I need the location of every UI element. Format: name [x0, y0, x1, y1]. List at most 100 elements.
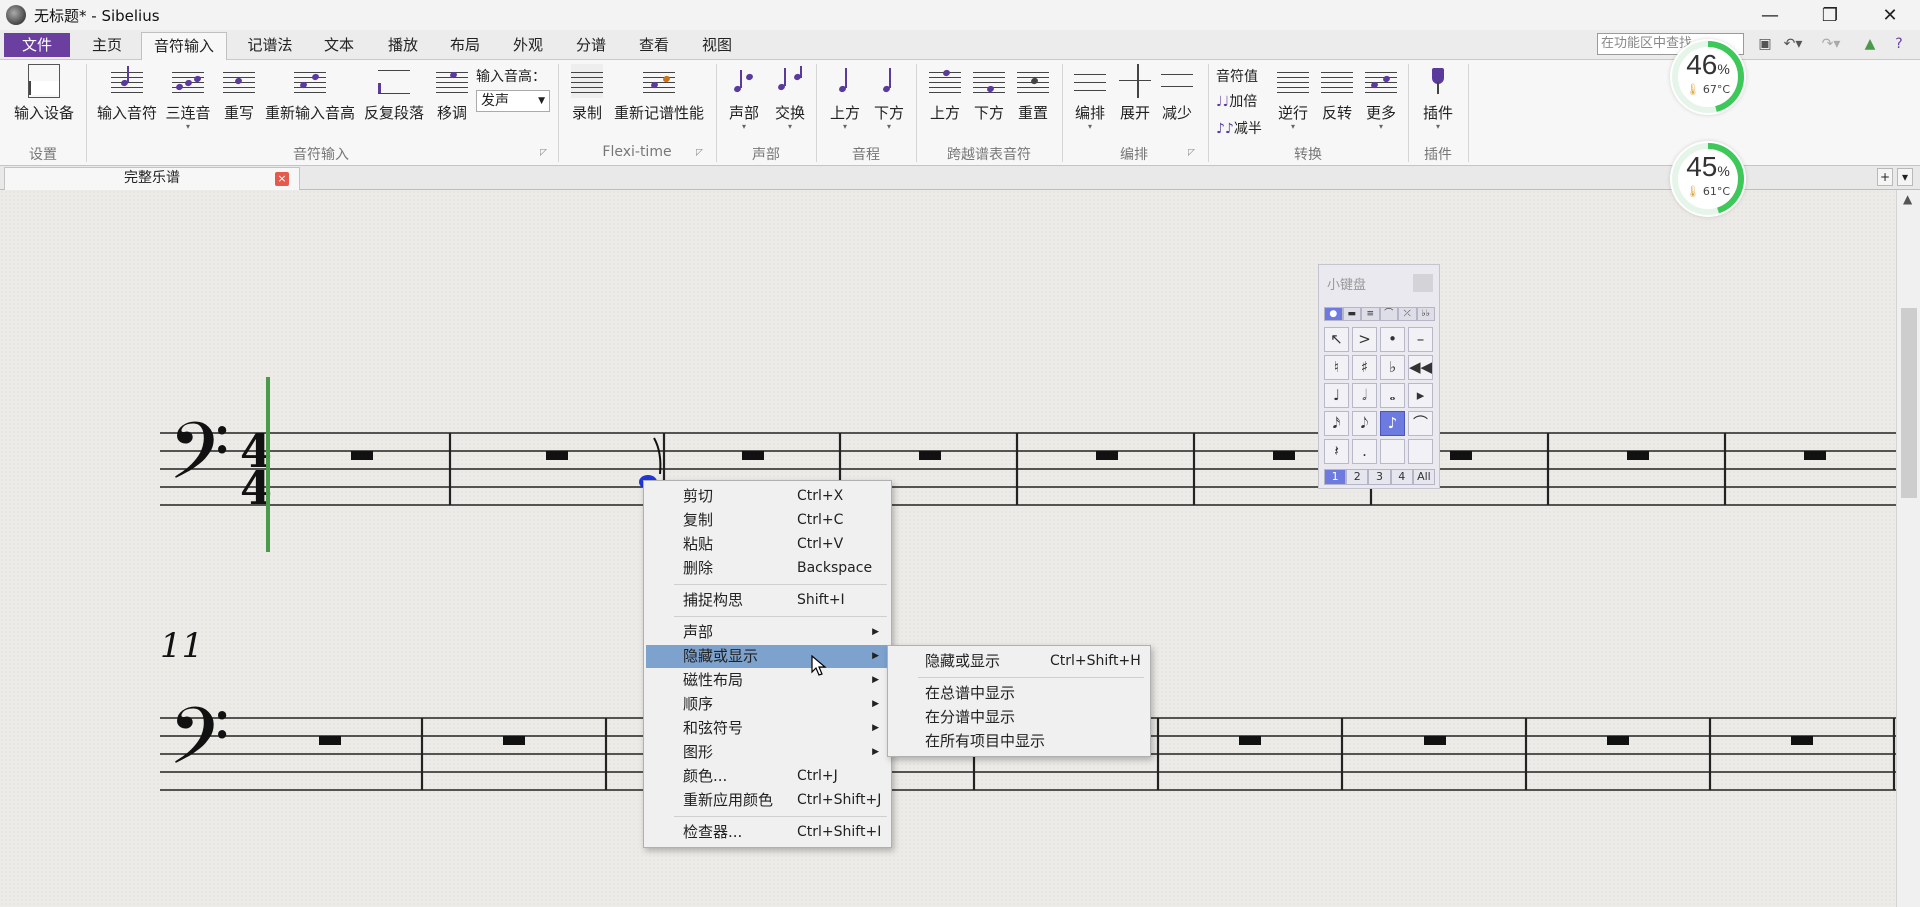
tab-full-score[interactable]: 完整乐谱 ×: [4, 167, 300, 190]
undo-icon[interactable]: ↶▾: [1780, 33, 1806, 55]
scrollbar-thumb[interactable]: [1901, 308, 1917, 498]
keypad-mode-beams-icon[interactable]: ≡: [1361, 307, 1380, 321]
menu-item-color[interactable]: 颜色... Ctrl+J: [646, 765, 889, 788]
menu-item-magnetic-layout[interactable]: 磁性布局 ▶: [646, 669, 889, 692]
tab-parts[interactable]: 分谱: [568, 32, 614, 59]
keypad-accent-key[interactable]: >: [1352, 327, 1377, 352]
cross-staff-reset-button[interactable]: 重置: [1012, 64, 1054, 123]
keypad-tie-key[interactable]: ⌒: [1408, 411, 1433, 436]
record-button[interactable]: 录制: [566, 64, 608, 123]
score-canvas[interactable]: 𝄢 4 4 11 𝄢: [0, 190, 1896, 907]
swap-button[interactable]: 交换 ▾: [768, 64, 812, 131]
reinput-pitch-button[interactable]: 重新输入音高: [264, 64, 356, 123]
redo-icon[interactable]: ↷▾: [1818, 33, 1844, 55]
menu-item-voice[interactable]: 声部 ▶: [646, 621, 889, 644]
keypad-eighth-note-key[interactable]: ♪: [1380, 411, 1405, 436]
triplet-button[interactable]: 三连音 ▾: [162, 64, 214, 131]
keypad-mode-accidentals-icon[interactable]: ♭♭: [1416, 307, 1435, 321]
scroll-up-icon[interactable]: ▲: [1903, 192, 1912, 206]
rewrite-button[interactable]: 重写: [218, 64, 260, 123]
keypad-dot-key[interactable]: .: [1352, 439, 1377, 464]
submenu-item-show-in-parts[interactable]: 在分谱中显示: [890, 706, 1148, 729]
explode-button[interactable]: 展开: [1114, 64, 1156, 123]
more-button[interactable]: 更多 ▾: [1360, 64, 1402, 131]
invert-button[interactable]: 反转: [1316, 64, 1358, 123]
keypad-mode-notes-icon[interactable]: ▬: [1342, 307, 1361, 321]
menu-item-reapply-color[interactable]: 重新应用颜色 Ctrl+Shift+J: [646, 789, 889, 812]
input-pitch-select[interactable]: 发声 ▼: [476, 90, 550, 112]
input-notes-button[interactable]: 输入音符: [94, 64, 160, 123]
keypad-tenuto-key[interactable]: –: [1408, 327, 1433, 352]
tab-home[interactable]: 主页: [84, 32, 130, 59]
submenu-item-show-in-all[interactable]: 在所有项目中显示: [890, 730, 1148, 753]
tab-file[interactable]: 文件: [4, 33, 70, 57]
keypad-mode-articulations-icon[interactable]: ⌒: [1379, 307, 1398, 321]
tab-note-input[interactable]: 音符输入: [141, 32, 227, 61]
keypad-flat-key[interactable]: ♭: [1380, 355, 1405, 380]
arrange-button[interactable]: 编排 ▾: [1068, 64, 1112, 131]
menu-item-copy[interactable]: 复制 Ctrl+C: [646, 509, 889, 532]
help-icon[interactable]: ?: [1890, 33, 1908, 55]
keypad-layout-4[interactable]: 4: [1390, 469, 1413, 485]
menu-item-paste[interactable]: 粘贴 Ctrl+V: [646, 533, 889, 556]
tab-view[interactable]: 视图: [694, 32, 740, 59]
keypad-mode-jazz-icon[interactable]: ⤫: [1398, 307, 1417, 321]
keypad-rewind-key[interactable]: ◀◀: [1408, 355, 1433, 380]
keypad-layout-3[interactable]: 3: [1368, 469, 1391, 485]
dialog-launcher-icon[interactable]: ◸: [696, 148, 703, 158]
reduce-button[interactable]: 减少: [1156, 64, 1198, 123]
keypad-staccato-key[interactable]: •: [1380, 327, 1405, 352]
halve-button[interactable]: ♪♪减半: [1216, 118, 1262, 138]
double-button[interactable]: ♩♩加倍: [1216, 91, 1257, 111]
keypad-panel[interactable]: 小键盘 ● ▬ ≡ ⌒ ⤫ ♭♭ ↖ > • – ♮ ♯ ♭ ◀◀ ♩ 𝅗𝅥 𝅝 ▸ 𝅘𝅥𝅯 𝅘𝅥𝅮 ♪ ⌒ 𝄽…: [1318, 264, 1440, 489]
keypad-play-key[interactable]: ▸: [1408, 383, 1433, 408]
plugins-button[interactable]: 插件 ▾: [1416, 64, 1460, 131]
menu-item-order[interactable]: 顺序 ▶: [646, 693, 889, 716]
repeat-section-button[interactable]: 反复段落: [362, 64, 426, 123]
keypad-layout-1[interactable]: 1: [1324, 469, 1347, 485]
transpose-button[interactable]: 移调: [430, 64, 474, 123]
vertical-scrollbar[interactable]: ▲: [1896, 190, 1920, 907]
cross-staff-down-button[interactable]: 下方: [968, 64, 1010, 123]
restore-button[interactable]: ❐: [1800, 0, 1860, 30]
keypad-blank-key[interactable]: [1380, 439, 1405, 464]
menu-item-cut[interactable]: 剪切 Ctrl+X: [646, 485, 889, 508]
tab-list-icon[interactable]: ▾: [1897, 168, 1913, 186]
renotate-performance-button[interactable]: 重新记谱性能: [612, 64, 706, 123]
keypad-layout-2[interactable]: 2: [1346, 469, 1369, 485]
submenu-item-hide-or-show[interactable]: 隐藏或显示 Ctrl+Shift+H: [890, 650, 1148, 673]
keypad-quarter-note-key[interactable]: ♩: [1324, 383, 1349, 408]
interval-up-button[interactable]: 上方 ▾: [824, 64, 866, 131]
keypad-sharp-key[interactable]: ♯: [1352, 355, 1377, 380]
collapse-ribbon-icon[interactable]: ▲: [1862, 33, 1878, 55]
close-tab-icon[interactable]: ×: [275, 172, 289, 186]
tab-play[interactable]: 播放: [380, 32, 426, 59]
keypad-close-button[interactable]: [1413, 274, 1433, 292]
menu-item-chord-symbols[interactable]: 和弦符号 ▶: [646, 717, 889, 740]
tab-notations[interactable]: 记谱法: [242, 32, 298, 59]
save-icon[interactable]: ▣: [1756, 33, 1774, 55]
keypad-pointer-key[interactable]: ↖: [1324, 327, 1349, 352]
minimize-button[interactable]: —: [1740, 0, 1800, 30]
keypad-whole-note-key[interactable]: 𝅝: [1380, 383, 1405, 408]
retrograde-button[interactable]: 逆行 ▾: [1272, 64, 1314, 131]
keypad-layout-all[interactable]: All: [1412, 469, 1436, 485]
voice-button[interactable]: 声部 ▾: [722, 64, 766, 131]
input-device-button[interactable]: 输入设备: [10, 64, 78, 123]
keypad-rest-key[interactable]: 𝄽: [1324, 439, 1349, 464]
tab-layout[interactable]: 布局: [442, 32, 488, 59]
menu-item-capture-idea[interactable]: 捕捉构思 Shift+I: [646, 589, 889, 612]
score-staves[interactable]: 𝄢 4 4 11 𝄢: [0, 190, 1896, 907]
menu-item-hide-or-show[interactable]: 隐藏或显示 ▶: [646, 645, 889, 668]
keypad-sixteenth-note-key[interactable]: 𝅘𝅥𝅯: [1324, 411, 1349, 436]
menu-item-inspector[interactable]: 检查器... Ctrl+Shift+I: [646, 821, 889, 844]
menu-item-graphics[interactable]: 图形 ▶: [646, 741, 889, 764]
tab-appearance[interactable]: 外观: [505, 32, 551, 59]
interval-down-button[interactable]: 下方 ▾: [868, 64, 910, 131]
tab-review[interactable]: 查看: [631, 32, 677, 59]
cross-staff-up-button[interactable]: 上方: [924, 64, 966, 123]
keypad-mode-common-icon[interactable]: ●: [1324, 307, 1343, 321]
sibelius-app-icon[interactable]: [6, 5, 26, 25]
keypad-half-note-key[interactable]: 𝅗𝅥: [1352, 383, 1377, 408]
menu-item-delete[interactable]: 删除 Backspace: [646, 557, 889, 580]
